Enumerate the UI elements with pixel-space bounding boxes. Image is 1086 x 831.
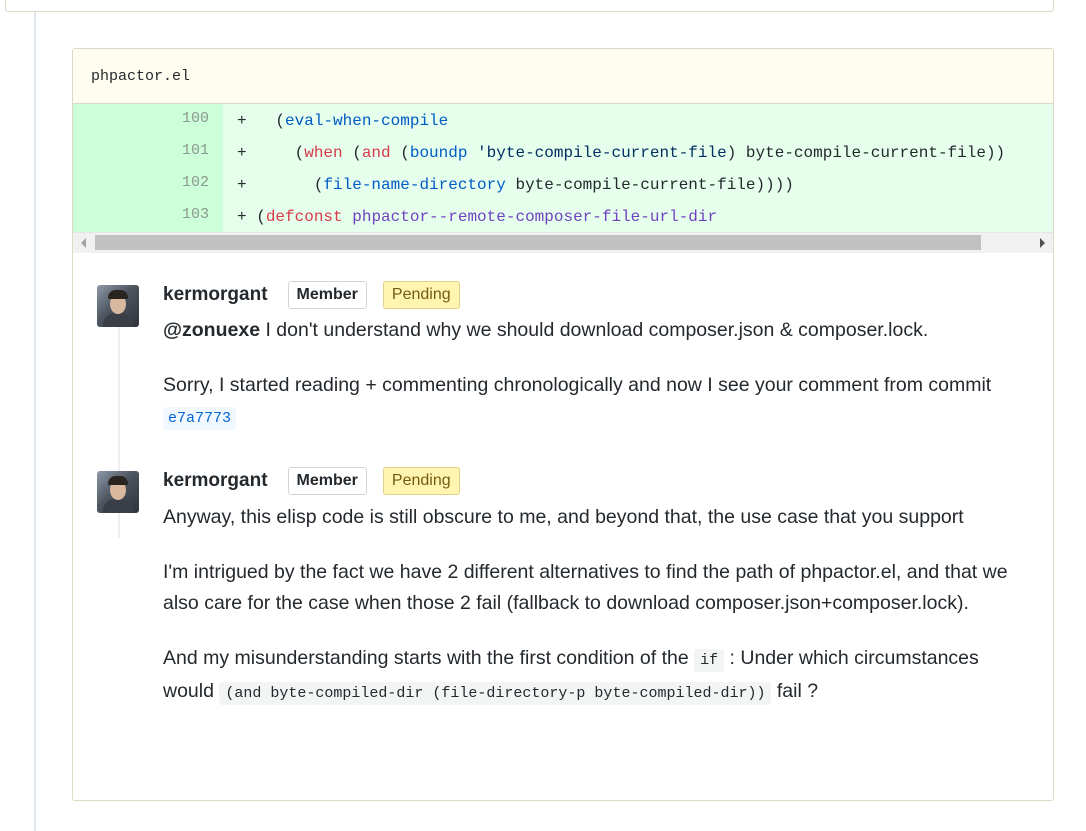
avatar-hair bbox=[108, 476, 128, 485]
file-header: phpactor.el bbox=[73, 49, 1053, 104]
avatar-body bbox=[103, 499, 133, 513]
previous-thread-box bbox=[5, 0, 1054, 12]
code-token: and bbox=[361, 144, 391, 162]
comment-body: @zonuexe I don't understand why we shoul… bbox=[163, 315, 1033, 458]
comment-paragraph: Sorry, I started reading + commenting ch… bbox=[163, 370, 1033, 434]
paragraph-text: Sorry, I started reading + commenting ch… bbox=[163, 374, 992, 396]
code-token: file-name-directory bbox=[323, 176, 506, 194]
paragraph-text: fail ? bbox=[771, 680, 819, 702]
comment-paragraph: And my misunderstanding starts with the … bbox=[163, 643, 1033, 709]
code-token: ) byte-compile-current-file)) bbox=[726, 144, 1006, 162]
line-code: + (file-name-directory byte-compile-curr… bbox=[223, 168, 1053, 200]
avatar[interactable] bbox=[97, 285, 139, 327]
code-token: eval-when-compile bbox=[285, 112, 449, 130]
code-token: boundp bbox=[409, 144, 468, 162]
diff-code: 100 + (eval-when-compile 101 + (when (an… bbox=[73, 104, 1053, 232]
scroll-right-icon[interactable] bbox=[1040, 238, 1045, 248]
diff-line: 103 + (defconst phpactor--remote-compose… bbox=[73, 200, 1053, 232]
code-token: 'byte-compile-current-file bbox=[467, 144, 727, 162]
comment-paragraph: @zonuexe I don't understand why we shoul… bbox=[163, 315, 1033, 346]
comment-paragraph: Anyway, this elisp code is still obscure… bbox=[163, 506, 964, 528]
file-name[interactable]: phpactor.el bbox=[91, 68, 190, 85]
paragraph-text: And my misunderstanding starts with the … bbox=[163, 647, 695, 669]
timeline-bar bbox=[34, 12, 36, 831]
comment-meta: kermorgant Member Pending bbox=[163, 280, 460, 310]
code-token: ( bbox=[294, 144, 305, 162]
avatar-hair bbox=[108, 290, 128, 299]
code-token: ( bbox=[256, 208, 266, 226]
horizontal-scrollbar[interactable] bbox=[73, 232, 1053, 253]
code-token: phpactor--remote-composer-file-url-dir bbox=[352, 208, 718, 226]
paragraph-text: I don't understand why we should downloa… bbox=[260, 319, 929, 341]
code-token: when bbox=[304, 144, 343, 162]
comment-body: Anyway, this elisp code is still obscure… bbox=[163, 502, 1033, 733]
code-token: defconst bbox=[265, 208, 343, 226]
diff-line: 102 + (file-name-directory byte-compile-… bbox=[73, 168, 1053, 200]
code-token: ( bbox=[275, 112, 286, 130]
diff-marker: + bbox=[237, 112, 276, 130]
inline-code: (and byte-compiled-dir (file-directory-p… bbox=[219, 682, 772, 705]
avatar[interactable] bbox=[97, 471, 139, 513]
member-badge: Member bbox=[287, 281, 367, 309]
avatar-body bbox=[103, 313, 133, 327]
code-token: ( bbox=[342, 144, 362, 162]
review-thread: phpactor.el 100 + (eval-when-compile 101… bbox=[72, 48, 1054, 801]
line-number[interactable]: 103 bbox=[73, 200, 223, 232]
scroll-left-icon[interactable] bbox=[81, 238, 86, 248]
author-link[interactable]: kermorgant bbox=[163, 470, 268, 492]
line-number[interactable]: 101 bbox=[73, 136, 223, 168]
diff-marker: + bbox=[237, 176, 314, 194]
author-link[interactable]: kermorgant bbox=[163, 284, 268, 306]
code-token: byte-compile-current-file)))) bbox=[505, 176, 794, 194]
member-badge: Member bbox=[287, 467, 367, 495]
code-token: ( bbox=[390, 144, 410, 162]
pending-badge: Pending bbox=[382, 467, 460, 495]
comment-paragraph: I'm intrigued by the fact we have 2 diff… bbox=[163, 561, 1008, 614]
code-token: ( bbox=[313, 176, 324, 194]
commit-link[interactable]: e7a7773 bbox=[163, 407, 237, 430]
comment-meta: kermorgant Member Pending bbox=[163, 466, 460, 496]
line-number[interactable]: 102 bbox=[73, 168, 223, 200]
diff-line: 100 + (eval-when-compile bbox=[73, 104, 1053, 136]
pending-badge: Pending bbox=[382, 281, 460, 309]
user-mention[interactable]: @zonuexe bbox=[163, 319, 260, 341]
scrollbar-thumb[interactable] bbox=[95, 235, 981, 250]
diff-marker: + bbox=[237, 144, 295, 162]
line-code: + (eval-when-compile bbox=[223, 104, 1053, 136]
inline-code: if bbox=[694, 649, 725, 672]
line-number[interactable]: 100 bbox=[73, 104, 223, 136]
diff-line: 101 + (when (and (boundp 'byte-compile-c… bbox=[73, 136, 1053, 168]
line-code: + (defconst phpactor--remote-composer-fi… bbox=[223, 200, 1053, 232]
line-code: + (when (and (boundp 'byte-compile-curre… bbox=[223, 136, 1053, 168]
diff-marker: + bbox=[237, 208, 257, 226]
